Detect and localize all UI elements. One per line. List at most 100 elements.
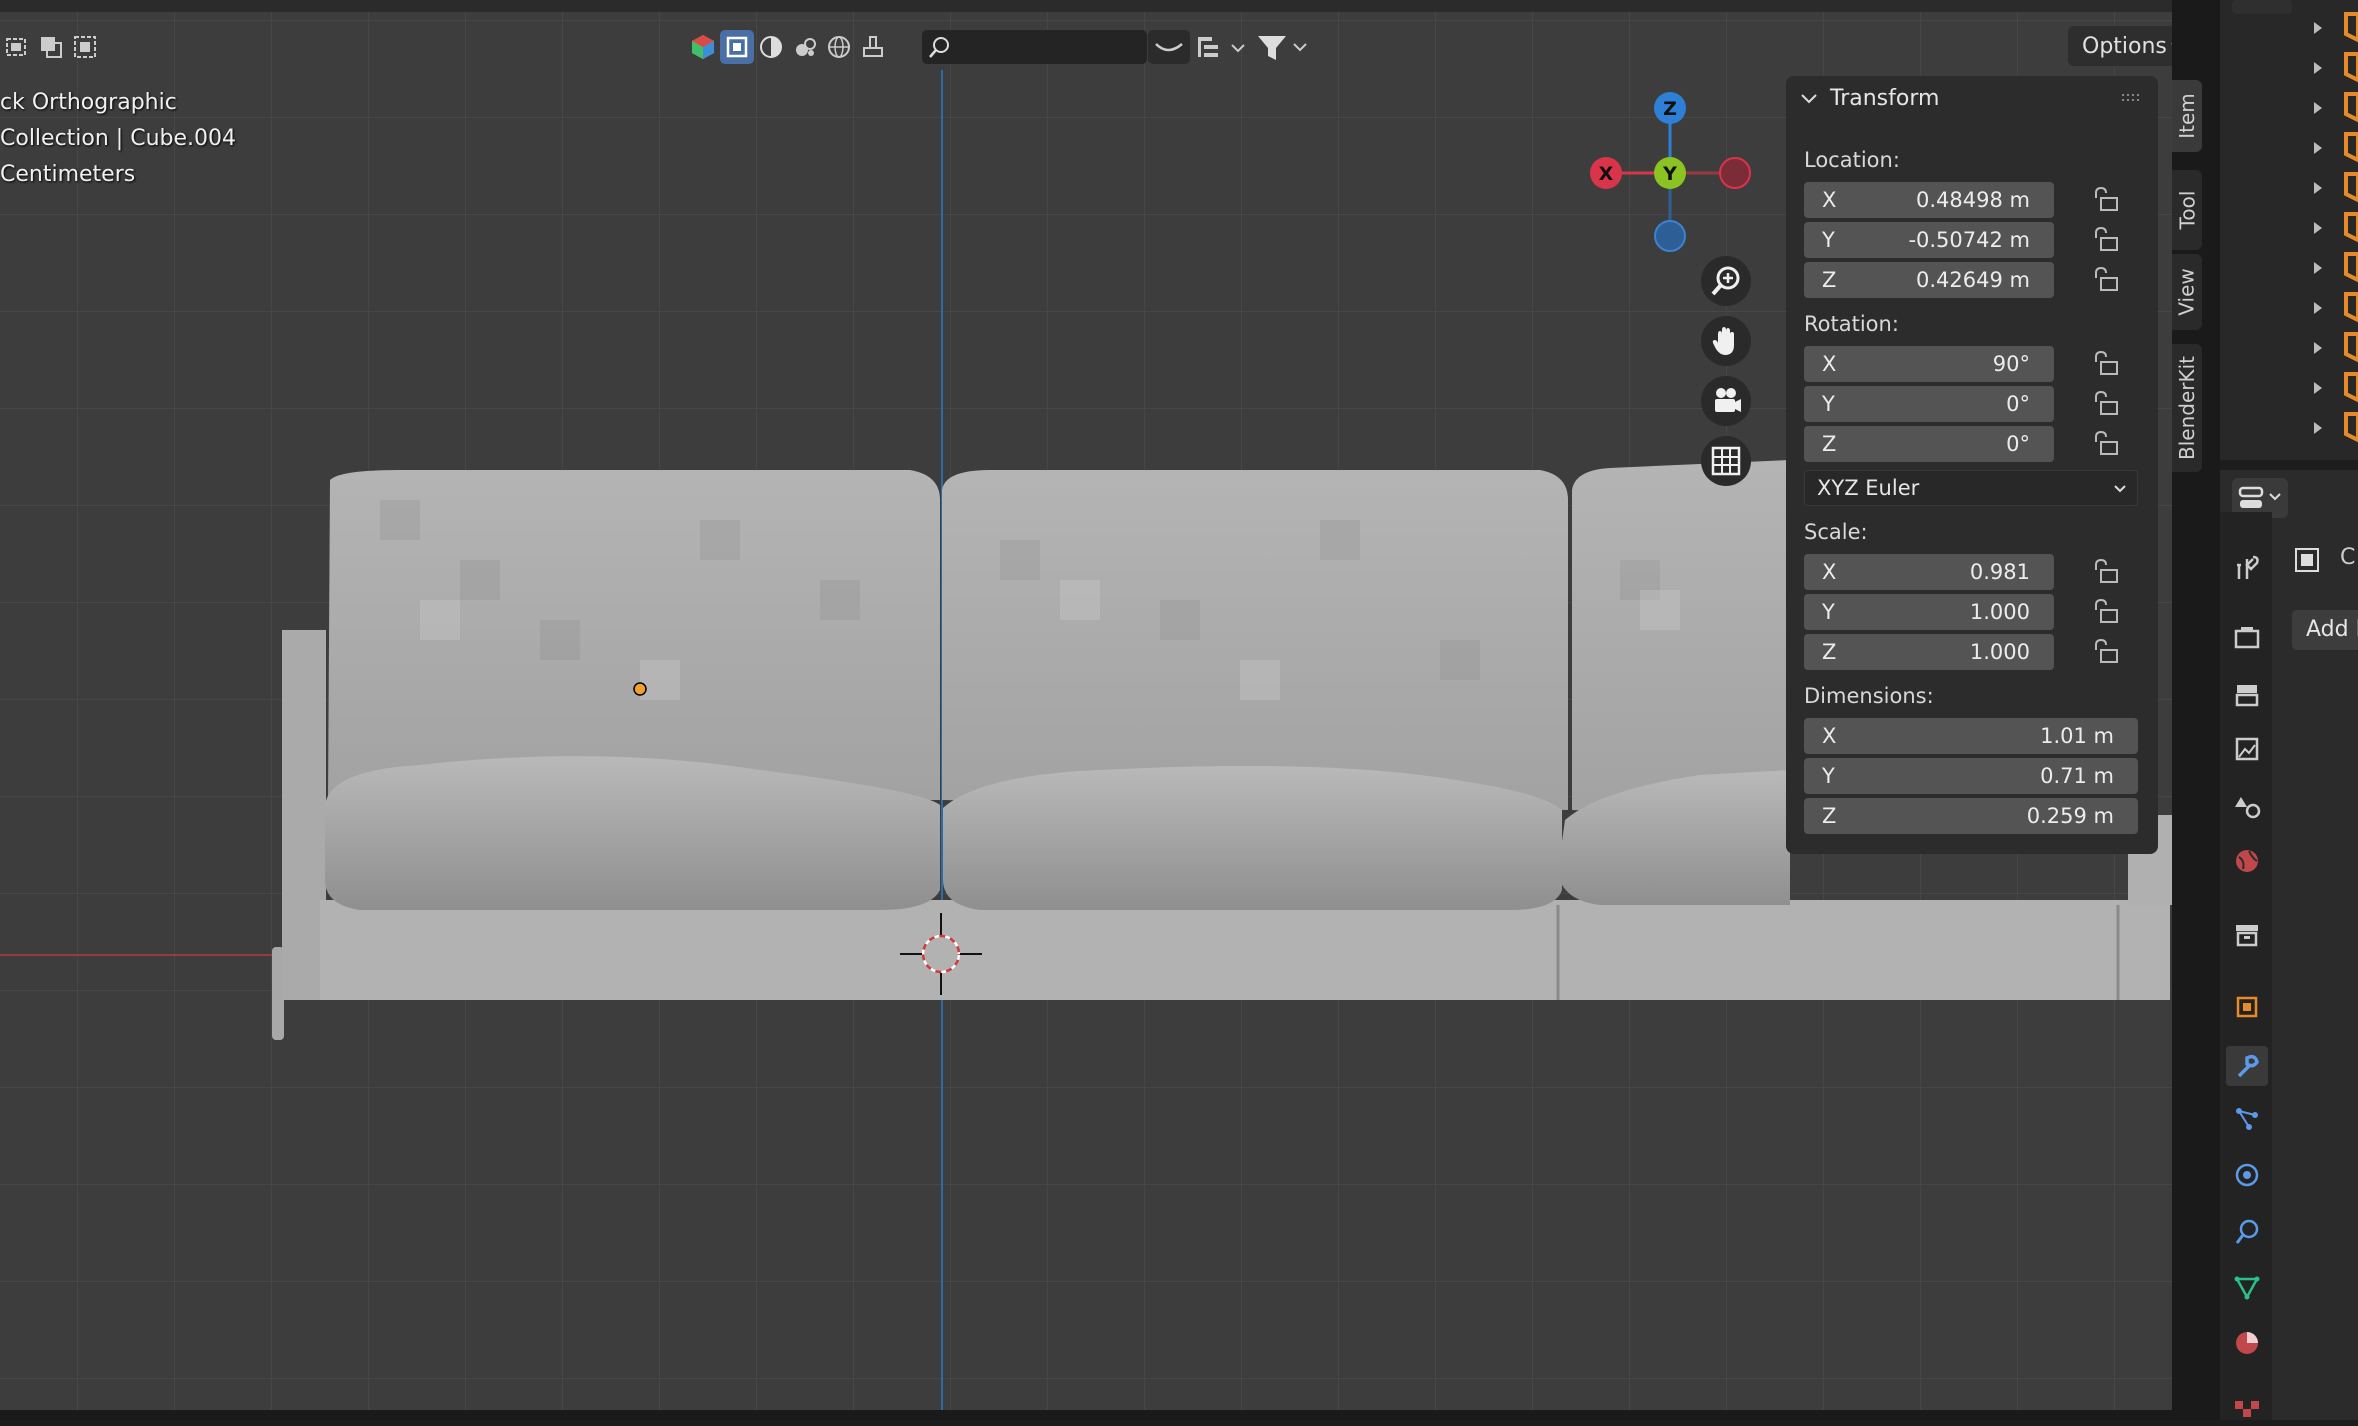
unlock-icon[interactable] <box>2092 186 2122 214</box>
chevron-down-icon[interactable] <box>1800 92 1818 106</box>
options-dropdown[interactable]: Options <box>2068 26 2172 66</box>
viewport-search-input[interactable] <box>922 30 1147 64</box>
collection-object-text: Collection | Cube.004 <box>0 126 237 151</box>
unlock-icon[interactable] <box>2092 598 2122 626</box>
rotation-x-field[interactable]: X 90° <box>1804 346 2054 382</box>
curve-icon <box>1155 43 1183 52</box>
xray-toggle-icon[interactable] <box>720 30 754 64</box>
gizmo-neg-x[interactable] <box>1719 157 1751 189</box>
rotation-mode-dropdown[interactable]: XYZ Euler <box>1804 470 2138 506</box>
constraint-properties-icon[interactable] <box>2232 1216 2262 1246</box>
unlock-icon[interactable] <box>2092 350 2122 378</box>
solid-shading-icon[interactable] <box>754 30 788 64</box>
scene-properties-icon[interactable] <box>2232 790 2262 820</box>
view-layer-properties-icon[interactable] <box>2232 734 2262 764</box>
chevron-down-icon <box>2114 485 2126 493</box>
field-value: 1.01 m <box>2040 724 2114 748</box>
select-extend-icon[interactable] <box>34 30 68 64</box>
tab-blenderkit[interactable]: BlenderKit <box>2172 344 2202 472</box>
modifier-properties-icon[interactable] <box>2226 1046 2268 1086</box>
collection-properties-icon[interactable] <box>2232 920 2262 950</box>
grid-icon <box>1711 446 1741 476</box>
object-properties-icon[interactable] <box>2232 992 2262 1022</box>
field-value: 0.981 <box>1969 560 2030 584</box>
outliner-panel <box>2220 0 2358 460</box>
world-properties-icon[interactable] <box>2232 846 2262 876</box>
filter-group <box>1192 30 1312 64</box>
zoom-button[interactable] <box>1701 256 1751 306</box>
unlock-icon[interactable] <box>2092 266 2122 294</box>
gizmo-x-label: X <box>1599 163 1614 185</box>
axis-label: Y <box>1822 392 1835 416</box>
dimensions-x-field[interactable]: X 1.01 m <box>1804 718 2138 754</box>
location-y-field[interactable]: Y -0.50742 m <box>1804 222 2054 258</box>
unlock-icon[interactable] <box>2092 638 2122 666</box>
scale-z-field[interactable]: Z 1.000 <box>1804 634 2054 670</box>
field-value: 0.71 m <box>2040 764 2114 788</box>
curve-dropdown[interactable] <box>1148 30 1190 64</box>
sofa-base <box>320 900 2170 1000</box>
tab-item-label: Item <box>2175 93 2199 139</box>
gizmo-neg-z[interactable] <box>1654 220 1686 252</box>
field-value: 0.259 m <box>2026 804 2114 828</box>
paint-brush-icon[interactable] <box>856 30 890 64</box>
outliner-rows <box>2232 0 2358 443</box>
select-box-icon[interactable] <box>0 30 34 64</box>
location-label: Location: <box>1804 148 1900 172</box>
physics-properties-icon[interactable] <box>2232 1160 2262 1190</box>
tab-tool[interactable]: Tool <box>2172 170 2202 250</box>
material-preview-icon[interactable] <box>788 30 822 64</box>
viewport-bottom-bar <box>0 1410 2172 1420</box>
object-data-icon <box>2295 548 2319 572</box>
unlock-icon[interactable] <box>2092 226 2122 254</box>
texture-properties-icon[interactable] <box>2232 1396 2262 1426</box>
drag-handle-icon[interactable] <box>2122 94 2144 104</box>
axis-label: Y <box>1822 600 1835 624</box>
navigation-gizmo[interactable]: Z X Y <box>1580 80 1760 260</box>
field-value: 1.000 <box>1969 600 2030 624</box>
unlock-icon[interactable] <box>2092 390 2122 418</box>
3d-viewport[interactable]: Options ck Orthographic Collection | Cub… <box>0 0 2172 1410</box>
rotation-y-field[interactable]: Y 0° <box>1804 386 2054 422</box>
object-name-text: C <box>2340 545 2356 570</box>
camera-view-button[interactable] <box>1701 376 1751 426</box>
tab-view[interactable]: View <box>2172 254 2202 330</box>
output-properties-icon[interactable] <box>2232 680 2262 710</box>
dimensions-y-field[interactable]: Y 0.71 m <box>1804 758 2138 794</box>
field-value: 1.000 <box>1969 640 2030 664</box>
add-modifier-button[interactable]: Add I <box>2292 610 2358 650</box>
location-z-field[interactable]: Z 0.42649 m <box>1804 262 2054 298</box>
scale-y-field[interactable]: Y 1.000 <box>1804 594 2054 630</box>
scale-x-field[interactable]: X 0.981 <box>1804 554 2054 590</box>
axis-label: Z <box>1822 268 1837 292</box>
tool-settings-icon[interactable] <box>2232 552 2262 582</box>
axis-label: X <box>1822 724 1837 748</box>
select-subtract-icon[interactable] <box>68 30 102 64</box>
unlock-icon[interactable] <box>2092 558 2122 586</box>
pan-button[interactable] <box>1701 316 1751 366</box>
scale-label: Scale: <box>1804 520 1868 544</box>
transform-title[interactable]: Transform <box>1830 86 1939 111</box>
axis-label: X <box>1822 188 1837 212</box>
dimensions-z-field[interactable]: Z 0.259 m <box>1804 798 2138 834</box>
particle-properties-icon[interactable] <box>2232 1104 2262 1134</box>
hand-icon <box>1712 327 1734 355</box>
gizmo-toggle-icon[interactable] <box>686 30 720 64</box>
unit-scale-text: Centimeters <box>0 162 136 187</box>
rotation-z-field[interactable]: Z 0° <box>1804 426 2054 462</box>
rendered-shading-icon[interactable] <box>822 30 856 64</box>
location-x-field[interactable]: X 0.48498 m <box>1804 182 2054 218</box>
object-data-properties-icon[interactable] <box>2232 1272 2262 1302</box>
material-properties-icon[interactable] <box>2232 1328 2262 1358</box>
filter-dropdown[interactable] <box>1252 30 1312 64</box>
render-properties-icon[interactable] <box>2232 622 2262 652</box>
dimensions-label: Dimensions: <box>1804 684 1934 708</box>
tab-item[interactable]: Item <box>2172 80 2202 152</box>
perspective-toggle-button[interactable] <box>1701 436 1751 486</box>
search-icon <box>929 37 949 58</box>
gizmo-z-label: Z <box>1663 98 1677 120</box>
visibility-dropdown[interactable] <box>1192 30 1252 64</box>
zoom-icon <box>1711 266 1740 296</box>
axis-label: Z <box>1822 432 1837 456</box>
unlock-icon[interactable] <box>2092 430 2122 458</box>
